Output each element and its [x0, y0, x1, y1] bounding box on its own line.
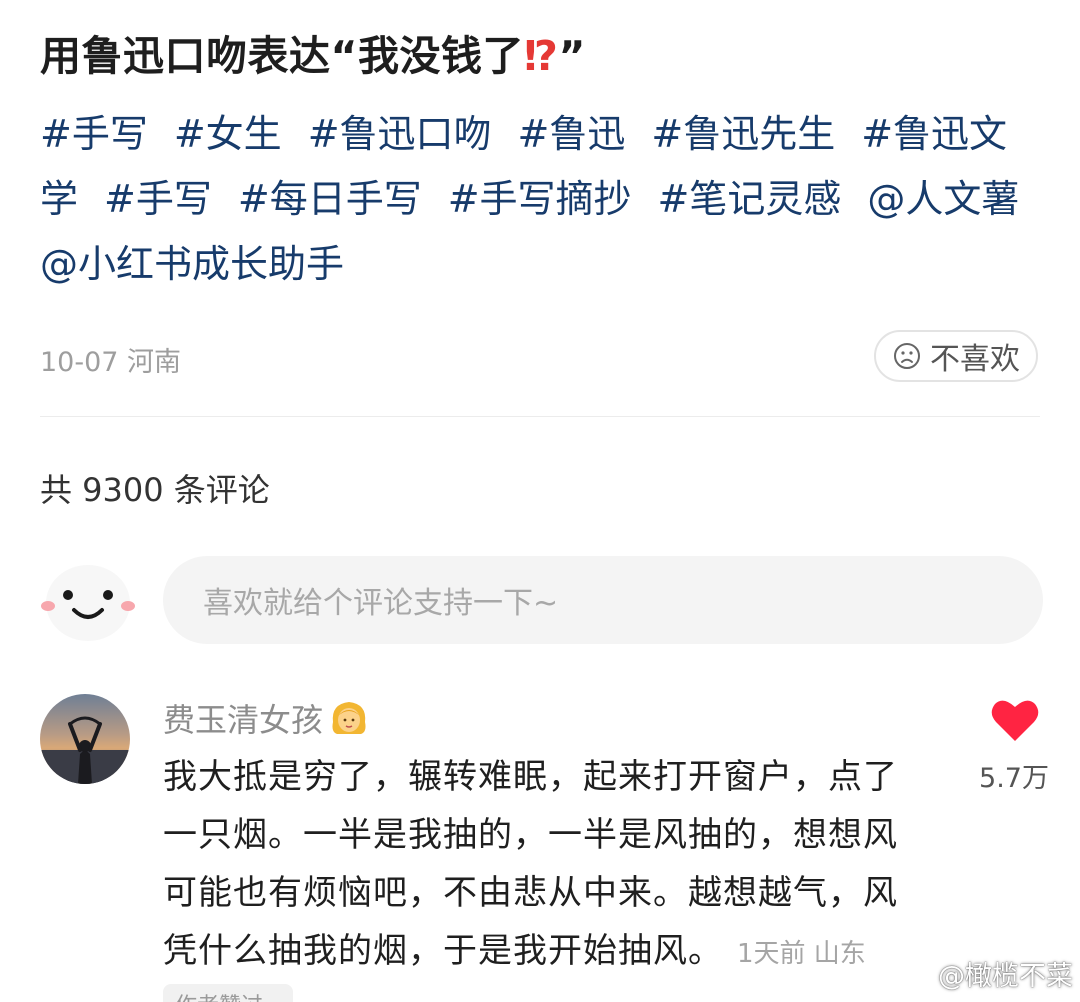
avatar[interactable] — [40, 694, 130, 784]
hashtag-link[interactable]: #女生 — [174, 112, 282, 156]
post-title-end: ” — [558, 32, 586, 80]
post-date-location: 10-07 河南 — [40, 347, 182, 378]
comment-body: 我大抵是穷了，辗转难眠，起来打开窗户，点了 一只烟。一半是我抽的，一半是风抽的，… — [163, 748, 923, 983]
watermark: @橄榄不菜 — [898, 954, 1073, 993]
hashtag-link[interactable]: #手写摘抄 — [448, 177, 632, 221]
smiley-face-icon — [41, 565, 135, 641]
comment-username[interactable]: 费玉清女孩 — [163, 695, 371, 741]
comment-input[interactable]: 喜欢就给个评论支持一下~ — [163, 556, 1043, 644]
comment-input-placeholder: 喜欢就给个评论支持一下~ — [203, 586, 559, 621]
watermark-text: @橄榄不菜 — [938, 961, 1073, 992]
comment-line: 我大抵是穷了，辗转难眠，起来打开窗户，点了 — [163, 757, 898, 797]
comment-count: 共 9300 条评论 — [40, 471, 270, 509]
heart-icon[interactable] — [990, 697, 1040, 743]
hashtag-link[interactable]: #手写 — [104, 177, 212, 221]
mention-link[interactable]: @小红书成长助手 — [40, 242, 344, 286]
post-detail-page: 用鲁迅口吻表达“我没钱了⁉” #手写 #女生 #鲁迅口吻 #鲁迅 #鲁迅先生 #鲁迅文学 #… — [0, 0, 1080, 1002]
post-title: 用鲁迅口吻表达“我没钱了⁉” — [40, 22, 586, 82]
hashtag-link[interactable]: #鲁迅先生 — [651, 112, 835, 156]
hashtag-link[interactable]: #鲁迅口吻 — [308, 112, 492, 156]
divider — [40, 416, 1040, 417]
post-tags: #手写 #女生 #鲁迅口吻 #鲁迅 #鲁迅先生 #鲁迅文学 #手写 #每日手写 #手写摘抄 #笔记… — [40, 102, 1040, 297]
girl-emoji-icon — [332, 702, 366, 734]
exclamation-question-icon: ⁉ — [523, 32, 559, 80]
sad-face-icon — [894, 343, 920, 369]
dislike-button[interactable]: 不喜欢 — [874, 330, 1038, 382]
comment-line: 凭什么抽我的烟，于是我开始抽风。 — [163, 931, 723, 971]
comment-timestamp: 1天前 山东 — [737, 939, 866, 969]
comment-line: 可能也有烦恼吧，不由悲从中来。越想越气，风 — [163, 873, 898, 913]
author-liked-badge: 作者赞过 — [163, 984, 293, 1002]
comment-line: 一只烟。一半是我抽的，一半是风抽的，想想风 — [163, 815, 898, 855]
like-count: 5.7万 — [979, 763, 1049, 794]
username-text: 费玉清女孩 — [163, 701, 324, 739]
hashtag-link[interactable]: #笔记灵感 — [658, 177, 842, 221]
hashtag-link[interactable]: #每日手写 — [238, 177, 422, 221]
dislike-label: 不喜欢 — [930, 342, 1020, 377]
weibo-icon — [899, 963, 932, 988]
post-title-text: 用鲁迅口吻表达“我没钱了 — [40, 32, 524, 80]
mention-link[interactable]: @人文薯 — [867, 177, 1019, 221]
hashtag-link[interactable]: #手写 — [40, 112, 148, 156]
hashtag-link[interactable]: #鲁迅 — [518, 112, 626, 156]
